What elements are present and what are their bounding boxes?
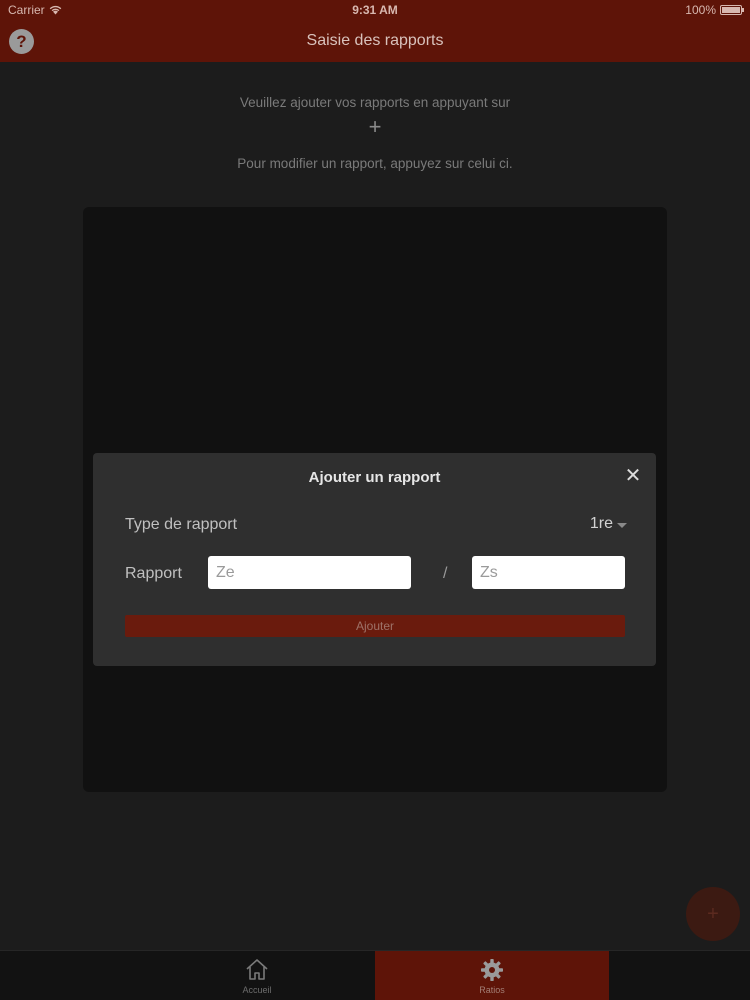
help-button[interactable]: ? — [9, 29, 34, 54]
tab-label-accueil: Accueil — [242, 985, 272, 995]
instruction-add: Veuillez ajouter vos rapports en appuyan… — [239, 95, 511, 110]
tab-ratios[interactable]: Ratios — [375, 951, 609, 1000]
status-bar: Carrier 9:31 AM 100% — [0, 0, 750, 20]
dialog-title: Ajouter un rapport — [308, 469, 441, 486]
add-ratio-dialog: Ajouter un rapport ✕ Type de rapport 1re… — [93, 453, 656, 666]
nav-bar: ? Saisie des rapports — [0, 20, 750, 62]
type-select[interactable]: 1re — [590, 515, 627, 533]
battery-fill — [722, 7, 740, 13]
close-icon[interactable]: ✕ — [624, 466, 642, 486]
type-label: Type de rapport — [125, 516, 238, 533]
battery-icon — [720, 5, 744, 15]
add-button[interactable]: Ajouter — [125, 615, 625, 637]
tab-label-ratios: Ratios — [479, 985, 505, 995]
gear-icon — [481, 959, 503, 981]
ze-input[interactable] — [208, 556, 411, 589]
instruction-edit: Pour modifier un rapport, appuyez sur ce… — [237, 156, 513, 171]
home-icon — [246, 959, 268, 980]
ratio-separator: / — [443, 565, 448, 582]
status-time: 9:31 AM — [352, 3, 398, 17]
battery-percent: 100% — [685, 3, 716, 17]
page-title: Saisie des rapports — [306, 32, 444, 49]
status-left: Carrier — [8, 3, 62, 17]
add-fab-button[interactable]: + — [686, 887, 740, 941]
type-value: 1re — [589, 515, 613, 532]
caret-down-icon — [617, 522, 627, 528]
carrier-label: Carrier — [8, 3, 45, 17]
status-right: 100% — [685, 3, 744, 17]
tab-bar: Accueil Ratios — [0, 950, 750, 1000]
ratio-label: Rapport — [125, 565, 182, 582]
tab-accueil[interactable]: Accueil — [140, 951, 374, 1000]
zs-input[interactable] — [472, 556, 625, 589]
wifi-icon — [49, 5, 61, 15]
instruction-plus-icon: + — [368, 114, 382, 139]
